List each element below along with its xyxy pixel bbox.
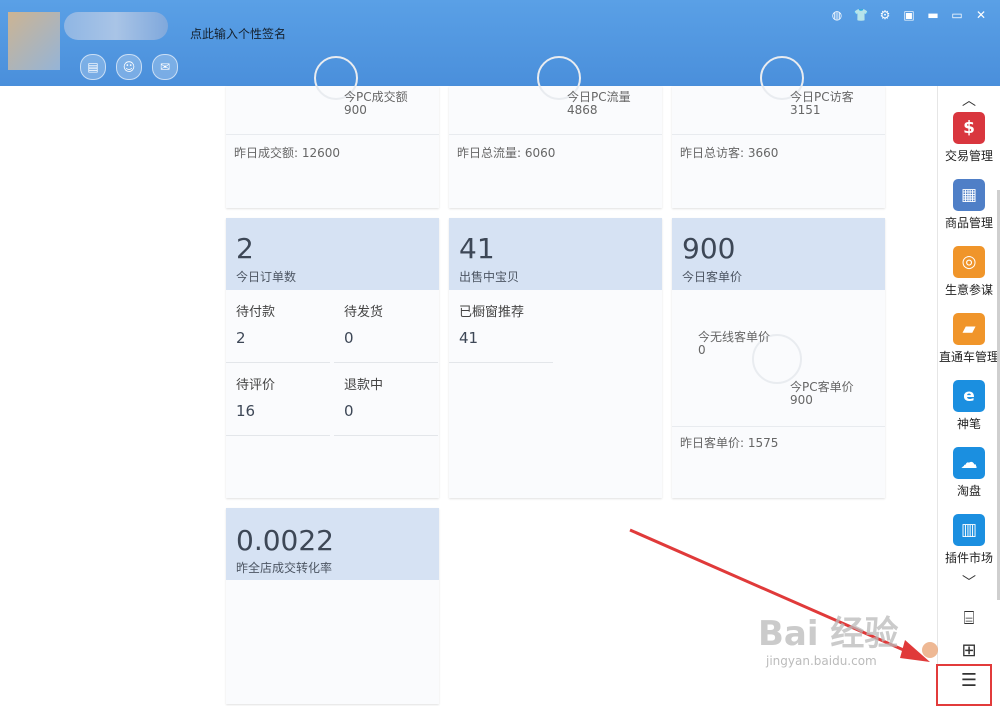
cursor-hand-icon <box>922 642 938 658</box>
annotation-arrow <box>629 528 938 662</box>
baidu-watermark-url: jingyan.baidu.com <box>766 654 877 668</box>
baidu-watermark: Bai 经验 <box>758 614 899 654</box>
